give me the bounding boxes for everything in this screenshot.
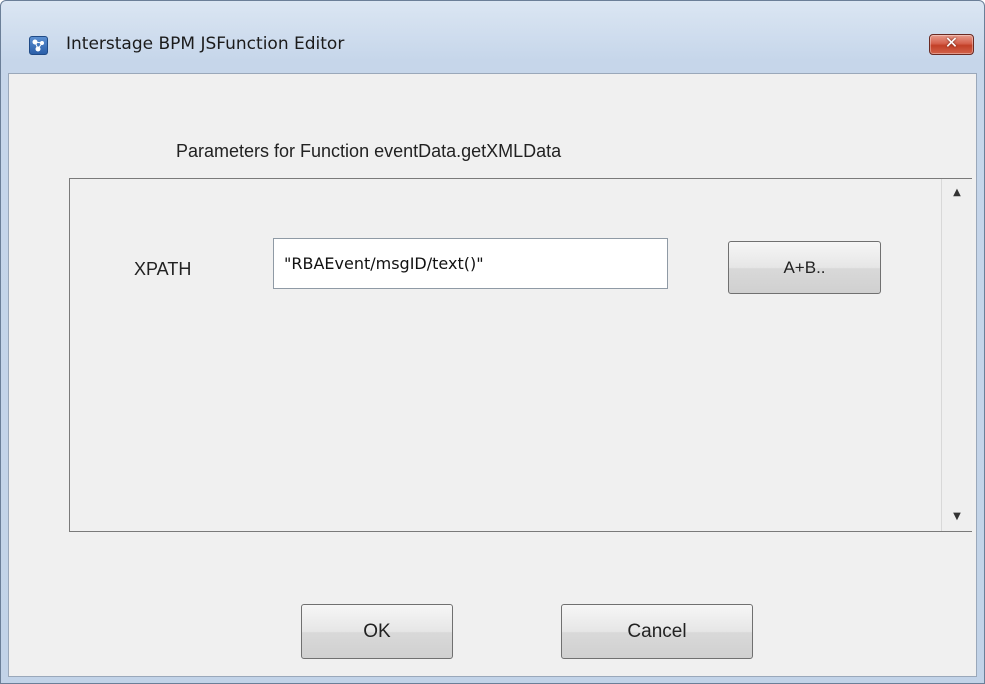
vertical-scrollbar[interactable]: ▲ ▼ (941, 179, 972, 531)
scroll-down-icon[interactable]: ▼ (942, 505, 972, 529)
xpath-label: XPATH (134, 259, 192, 279)
dialog-content: Parameters for Function eventData.getXML… (8, 73, 977, 677)
expression-builder-button[interactable]: A+B.. (728, 241, 881, 294)
dialog-window: Interstage BPM JSFunction Editor ✕ Param… (0, 0, 985, 684)
close-icon: ✕ (944, 33, 959, 52)
parameters-panel: XPATH A+B.. ▲ ▼ (69, 178, 972, 532)
cancel-button[interactable]: Cancel (561, 604, 753, 659)
ok-button[interactable]: OK (301, 604, 453, 659)
app-logo-icon (29, 36, 48, 55)
parameters-list: XPATH A+B.. (70, 179, 942, 531)
window-title: Interstage BPM JSFunction Editor (66, 34, 345, 54)
page-title: Parameters for Function eventData.getXML… (176, 141, 562, 161)
title-bar[interactable]: Interstage BPM JSFunction Editor ✕ (1, 1, 984, 73)
scroll-up-icon[interactable]: ▲ (942, 181, 972, 205)
close-button[interactable]: ✕ (929, 33, 974, 55)
xpath-input[interactable] (273, 238, 668, 289)
